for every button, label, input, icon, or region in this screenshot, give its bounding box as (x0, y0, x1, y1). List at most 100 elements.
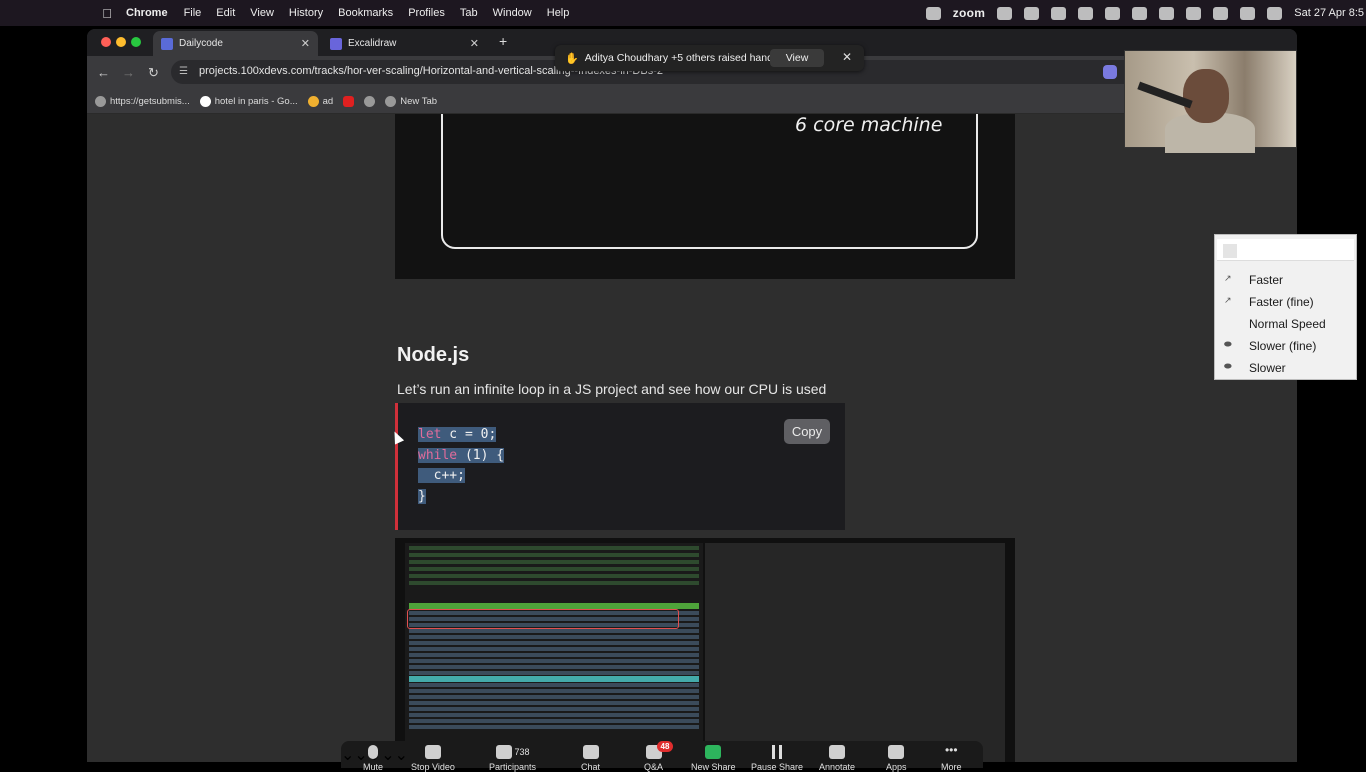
status-app-icon[interactable] (997, 6, 1013, 20)
chevron-up-icon[interactable]: ⌄ (395, 745, 408, 765)
camera-icon (424, 745, 441, 759)
bookmarks-bar: https://getsubmis... hotel in paris - Go… (87, 89, 1297, 114)
back-icon[interactable]: ← (97, 65, 110, 80)
toolbar-label: Chat (581, 762, 601, 772)
status-app-icon[interactable] (1078, 6, 1094, 20)
microphone-icon (368, 745, 378, 759)
youtube-icon (343, 95, 355, 107)
menu-view[interactable]: View (250, 7, 274, 19)
view-button[interactable]: View (770, 49, 824, 67)
menu-edit[interactable]: Edit (216, 7, 235, 19)
moon-icon[interactable] (1132, 6, 1148, 20)
code-block[interactable]: let c = 0; while (1) { c++; } Copy (395, 403, 845, 530)
clock[interactable]: Sat 27 Apr 8:5 (1294, 7, 1364, 19)
tab-excalidraw[interactable]: Excalidraw ✕ (322, 31, 487, 56)
turtle-icon: ⬬ (1224, 361, 1232, 371)
raised-hands-notification: ✋ Aditya Choudhary +5 others raised hand… (555, 45, 864, 71)
siri-icon[interactable] (1267, 6, 1283, 20)
toolbar-label: Apps (886, 762, 907, 772)
menu-item-faster-fine[interactable]: ↗ Faster (fine) (1215, 291, 1358, 313)
participants-count: 738 (514, 747, 530, 757)
menu-tab[interactable]: Tab (460, 7, 478, 19)
hare-icon: ↗ (1224, 273, 1232, 283)
toolbar-label: Participants (489, 762, 537, 772)
menu-help[interactable]: Help (547, 7, 570, 19)
bookmark-label: New Tab (400, 95, 438, 107)
chevron-up-icon[interactable]: ⌄ (381, 745, 394, 765)
zoom-status-label[interactable]: zoom (953, 6, 986, 20)
close-tab-icon[interactable]: ✕ (470, 37, 479, 50)
excalidraw-favicon-icon (330, 37, 342, 50)
chevron-up-icon[interactable]: ⌄ (341, 745, 354, 765)
share-screen-icon (705, 745, 722, 759)
highlight-box (407, 609, 679, 629)
menu-item-label: Normal Speed (1249, 317, 1326, 331)
google-icon (199, 95, 211, 107)
search-icon[interactable] (1213, 6, 1229, 20)
section-paragraph: Let’s run an infinite loop in a JS proje… (397, 381, 827, 397)
raised-hand-icon: ✋ (565, 52, 579, 65)
extension-icon[interactable] (1103, 65, 1117, 79)
tab-dailycode[interactable]: Dailycode ✕ (153, 31, 318, 56)
reload-icon[interactable]: ↻ (148, 65, 159, 81)
toolbar-label: Pause Share (751, 762, 804, 772)
bookmark-item[interactable]: ad (307, 95, 334, 107)
menu-profiles[interactable]: Profiles (408, 7, 445, 19)
bookmark-item[interactable] (343, 95, 355, 107)
minimize-window-button[interactable] (116, 37, 126, 47)
pause-icon (772, 745, 783, 759)
status-area: zoom Sat 27 Apr 8:5 (925, 0, 1366, 26)
forward-icon[interactable]: → (122, 65, 135, 80)
clear-search-icon[interactable] (1223, 244, 1237, 258)
status-app-icon[interactable] (1051, 6, 1067, 20)
status-app-icon[interactable] (1024, 6, 1040, 20)
more-dots-icon: ••• (944, 743, 958, 757)
participants-icon (495, 745, 512, 759)
menu-item-label: Faster (1249, 273, 1284, 287)
menu-file[interactable]: File (184, 7, 202, 19)
menu-item-slower[interactable]: ⬬ Slower (1215, 357, 1358, 379)
menu-item-faster[interactable]: ↗ Faster (1215, 269, 1358, 291)
menu-history[interactable]: History (289, 7, 323, 19)
qa-badge: 48 (657, 741, 673, 752)
maximize-window-button[interactable] (131, 37, 141, 47)
bookmark-item[interactable] (364, 95, 376, 107)
bookmark-item[interactable]: hotel in paris - Go... (199, 95, 298, 107)
new-tab-icon[interactable]: + (499, 33, 507, 49)
turtle-icon: ⬬ (1224, 339, 1232, 349)
control-center-icon[interactable] (1240, 6, 1256, 20)
status-app-icon[interactable] (1105, 6, 1121, 20)
hand-icon (307, 95, 319, 107)
battery-icon[interactable] (1159, 6, 1175, 20)
bookmark-item[interactable]: https://getsubmis... (95, 95, 190, 107)
presenter-video[interactable] (1124, 50, 1297, 153)
close-tab-icon[interactable]: ✕ (301, 37, 310, 50)
status-app-icon[interactable] (925, 6, 941, 20)
close-window-button[interactable] (101, 37, 111, 47)
dailycode-favicon-icon (161, 37, 173, 50)
menu-app-name[interactable]: Chrome (126, 7, 168, 19)
excalidraw-diagram: 6 core machine (395, 114, 1015, 279)
bookmark-item[interactable]: New Tab (385, 95, 438, 107)
menu-window[interactable]: Window (493, 7, 532, 19)
toolbar-label: Mute (363, 762, 384, 772)
bookmark-label: hotel in paris - Go... (214, 95, 298, 107)
toolbar-label: Q&A (644, 762, 664, 772)
site-settings-icon[interactable]: ☰ (179, 66, 191, 78)
tab-label: Dailycode (179, 38, 223, 49)
close-icon[interactable]: ✕ (842, 50, 852, 64)
menu-search-input[interactable]: vlc (1217, 239, 1354, 261)
wifi-icon[interactable] (1186, 6, 1202, 20)
code-text[interactable]: let c = 0; while (1) { c++; } (418, 425, 505, 507)
screen-edge (1297, 26, 1366, 768)
notification-text: Aditya Choudhary +5 others raised hands (584, 52, 779, 64)
menu-item-normal-speed[interactable]: Normal Speed (1215, 313, 1358, 335)
pencil-icon (829, 745, 846, 759)
menu-item-slower-fine[interactable]: ⬬ Slower (fine) (1215, 335, 1358, 357)
bookmark-label: https://getsubmis... (110, 95, 190, 107)
bookmark-label: ad (322, 95, 334, 107)
code-line-2: while (1) { (418, 447, 505, 463)
apple-icon[interactable]:  (100, 6, 114, 21)
copy-button[interactable]: Copy (784, 419, 830, 444)
menu-bookmarks[interactable]: Bookmarks (338, 7, 393, 19)
